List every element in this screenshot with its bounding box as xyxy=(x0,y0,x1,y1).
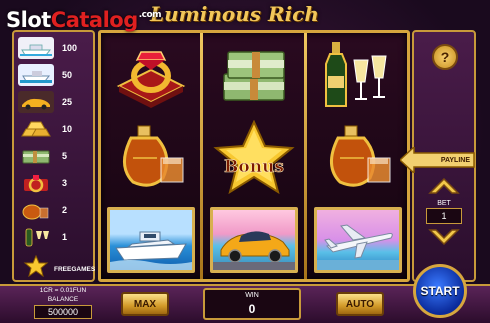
paytable-row: 5 xyxy=(18,144,94,168)
reel-symbol-sports-car xyxy=(206,201,302,279)
money-stack-icon xyxy=(223,51,285,101)
sports-car-icon xyxy=(213,231,295,270)
paytable-value: 3 xyxy=(62,178,68,188)
reel-symbol-ring xyxy=(103,37,199,115)
win-label: WIN xyxy=(245,292,259,299)
help-button[interactable]: ? xyxy=(432,44,458,70)
bonus-star-icon: Bonus xyxy=(213,120,295,195)
airplane-icon xyxy=(317,224,399,270)
bet-decrease-button[interactable] xyxy=(428,228,460,246)
reel-symbol-yacht xyxy=(103,201,199,279)
airplane-tile xyxy=(314,207,402,273)
paytable-value: 25 xyxy=(62,97,73,107)
denomination-label: 1CR = 0.01FUN xyxy=(39,287,87,294)
paytable-row: 3 xyxy=(18,171,94,195)
champagne-icon xyxy=(18,226,54,248)
reel-symbol-bonus: Bonus xyxy=(206,119,302,197)
right-panel: ? PAYLINE BET 1 xyxy=(400,30,476,282)
paytable-value: 2 xyxy=(62,205,68,215)
game-screen: SlotCatalog.com Luminous Rich 100 50 25 xyxy=(0,0,490,323)
balance-label: BALANCE xyxy=(47,296,79,303)
yacht-icon xyxy=(110,231,192,270)
bet-value: 1 xyxy=(426,208,462,224)
reel-symbol-airplane xyxy=(310,201,406,279)
paytable-value: 50 xyxy=(62,70,73,80)
paytable-row: 2 xyxy=(18,198,94,222)
yacht-icon xyxy=(18,64,54,86)
reels-area: Bonus xyxy=(98,30,410,282)
paytable-row: 50 xyxy=(18,63,94,87)
sports-car-icon xyxy=(18,91,54,113)
sports-car-tile xyxy=(210,207,298,273)
reel-symbol-money-stack xyxy=(206,37,302,115)
win-value: 0 xyxy=(248,302,256,316)
bonus-star-icon xyxy=(18,255,54,277)
ring-icon xyxy=(116,51,186,108)
max-bet-button[interactable]: MAX xyxy=(121,292,169,316)
paytable-row: 10 xyxy=(18,117,94,141)
payline-label: PAYLINE xyxy=(440,156,470,164)
reel-symbol-cognac xyxy=(103,119,199,197)
ring-icon xyxy=(18,172,54,194)
payline-button[interactable]: PAYLINE xyxy=(400,147,476,173)
paytable-value: 10 xyxy=(62,124,73,134)
paytable-value: 5 xyxy=(62,151,68,161)
cognac-icon xyxy=(330,125,391,187)
yacht-tile xyxy=(107,207,195,273)
cognac-icon xyxy=(123,125,184,187)
paytable-row: 25 xyxy=(18,90,94,114)
paytable-value: 1 xyxy=(62,232,68,242)
paytable-row: 1 xyxy=(18,225,94,249)
bet-increase-button[interactable] xyxy=(428,177,460,195)
cognac-icon xyxy=(18,199,54,221)
bonus-text: Bonus xyxy=(224,157,284,177)
site-logo: SlotCatalog.com xyxy=(6,8,162,32)
start-button[interactable]: START xyxy=(413,264,467,318)
auto-button[interactable]: AUTO xyxy=(336,292,384,316)
champagne-icon xyxy=(325,42,387,107)
freegames-label: FREEGAMES xyxy=(54,266,96,273)
yacht-icon xyxy=(18,37,54,59)
reel-symbol-cognac xyxy=(310,119,406,197)
bet-label: BET xyxy=(437,200,451,207)
paytable-row: 100 xyxy=(18,36,94,60)
paytable: 100 50 25 10 5 3 2 1 FREEGAMES xyxy=(12,30,95,282)
reel-divider xyxy=(200,33,203,279)
reel-divider xyxy=(304,33,307,279)
win-display: WIN 0 xyxy=(203,288,301,320)
gold-bars-icon xyxy=(18,118,54,140)
paytable-value: 100 xyxy=(62,43,78,53)
game-title: Luminous Rich xyxy=(150,2,319,26)
balance-value: 500000 xyxy=(34,305,92,319)
reel-symbol-champagne xyxy=(310,37,406,115)
money-stack-icon xyxy=(18,145,54,167)
